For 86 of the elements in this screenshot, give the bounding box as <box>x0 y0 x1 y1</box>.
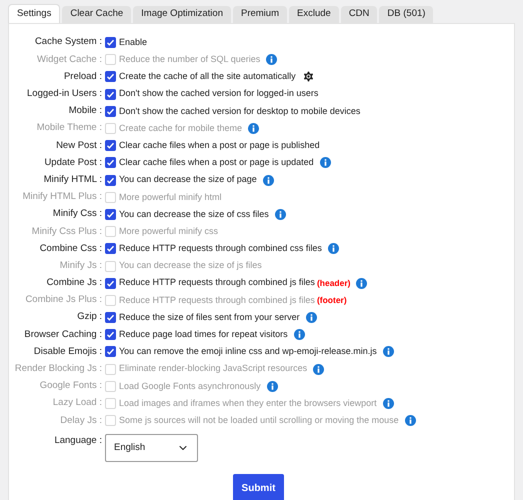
option-description: Enable <box>119 36 148 49</box>
option-label: Widget Cache : <box>36 52 103 67</box>
info-icon[interactable] <box>266 54 278 66</box>
checkbox[interactable] <box>105 106 116 117</box>
checkbox[interactable] <box>105 329 116 340</box>
info-icon[interactable] <box>248 123 260 134</box>
info-icon[interactable] <box>382 346 394 358</box>
option-label: Mobile : <box>68 104 103 118</box>
option-label: Google Fonts : <box>38 379 103 394</box>
tab[interactable]: Premium <box>232 6 287 23</box>
info-icon[interactable] <box>266 380 278 392</box>
option-label: Cache System : <box>34 35 103 50</box>
checkbox[interactable] <box>105 174 116 186</box>
option-label: Combine Js Plus : <box>24 293 103 308</box>
option-description: Clear cache files when a post or page is updated <box>119 156 314 170</box>
info-icon[interactable] <box>262 174 274 186</box>
gear-icon[interactable] <box>302 70 315 84</box>
option-description: Don't show the cached version for desktop to mobile devices <box>119 104 360 118</box>
language-label: Language : <box>53 434 103 448</box>
checkbox[interactable] <box>105 71 116 82</box>
tab[interactable]: DB (501) <box>379 6 434 23</box>
checkbox[interactable] <box>105 312 116 324</box>
option-description: Reduce HTTP requests through combined css files <box>119 242 322 256</box>
option-description: Some js sources will not be loaded until scrolling or moving the mouse <box>119 414 399 427</box>
option-description: You can decrease the size of css files <box>119 208 269 221</box>
option-description: Reduce page load times for repeat visitors <box>119 328 288 342</box>
info-icon[interactable] <box>294 329 305 340</box>
option-description: Reduce the size of files sent from your server <box>119 310 300 324</box>
checkbox[interactable] <box>105 37 116 48</box>
info-icon[interactable] <box>313 364 324 375</box>
option-label: Mobile Theme : <box>36 121 103 136</box>
language-select[interactable]: English <box>105 434 198 462</box>
option-description: More powerful minify css <box>119 224 218 238</box>
option-description: Clear cache files when a post or page is published <box>119 138 320 152</box>
option-description: Reduce HTTP requests through combined js files <box>119 294 315 307</box>
tab[interactable]: Exclude <box>289 6 339 23</box>
submit-button[interactable]: Submit <box>233 474 284 500</box>
option-description: Reduce HTTP requests through combined js files <box>119 276 315 290</box>
info-icon[interactable] <box>320 157 331 168</box>
option-label: Logged-in Users : <box>26 87 103 102</box>
option-label: Minify Css : <box>52 207 103 222</box>
checkbox[interactable] <box>105 88 116 100</box>
option-description: Load Google Fonts asynchronously <box>119 380 261 393</box>
option-description: Create the cache of all the site automatically <box>119 70 296 84</box>
option-label: Combine Js : <box>46 276 103 290</box>
info-icon[interactable] <box>328 243 339 254</box>
info-icon[interactable] <box>382 398 394 410</box>
option-label: Browser Caching : <box>23 328 103 342</box>
tab[interactable]: Clear Cache <box>62 6 132 23</box>
option-description: You can decrease the size of js files <box>119 259 262 272</box>
tab[interactable]: Settings <box>8 4 60 23</box>
option-label: Delay Js : <box>59 414 103 428</box>
info-icon[interactable] <box>404 415 416 426</box>
option-description: Don't show the cached version for logged-in users <box>119 87 318 100</box>
option-description: Load images and iframes when they enter the browsers viewport <box>119 396 377 410</box>
tab[interactable]: CDN <box>340 6 378 23</box>
tab[interactable]: Image Optimization <box>133 6 231 23</box>
option-description: Reduce the number of SQL queries <box>119 53 260 66</box>
option-description: More powerful minify html <box>119 190 222 204</box>
option-label: Render Blocking Js : <box>14 362 103 376</box>
option-description: You can remove the emoji inline css and wp-emoji-release.min.js <box>119 345 377 358</box>
checkbox[interactable] <box>105 157 116 168</box>
option-tag: (footer) <box>316 294 347 307</box>
option-label: Minify Css Plus : <box>30 224 103 239</box>
checkbox[interactable] <box>105 140 116 152</box>
option-label: Minify HTML Plus : <box>22 190 103 204</box>
checkbox[interactable] <box>105 278 116 289</box>
option-label: New Post : <box>55 138 103 153</box>
checkbox[interactable] <box>105 346 116 358</box>
option-description: Create cache for mobile theme <box>119 122 242 135</box>
checkbox[interactable] <box>105 208 116 220</box>
option-label: Gzip : <box>76 310 103 324</box>
option-label: Minify HTML : <box>42 172 103 187</box>
option-description: You can decrease the size of page <box>119 173 257 186</box>
info-icon[interactable] <box>274 208 286 220</box>
option-label: Minify Js : <box>58 258 103 273</box>
option-label: Combine Css : <box>38 242 103 256</box>
option-tag: (header) <box>316 276 350 290</box>
option-label: Lazy Load : <box>52 396 103 410</box>
checkbox[interactable] <box>105 243 116 254</box>
option-label: Disable Emojis : <box>32 344 103 359</box>
option-label: Update Post : <box>43 156 103 170</box>
option-description: Eliminate render-blocking JavaScript resources <box>119 362 308 376</box>
info-icon[interactable] <box>306 312 317 324</box>
option-label: Preload : <box>62 70 103 84</box>
info-icon[interactable] <box>356 278 368 289</box>
